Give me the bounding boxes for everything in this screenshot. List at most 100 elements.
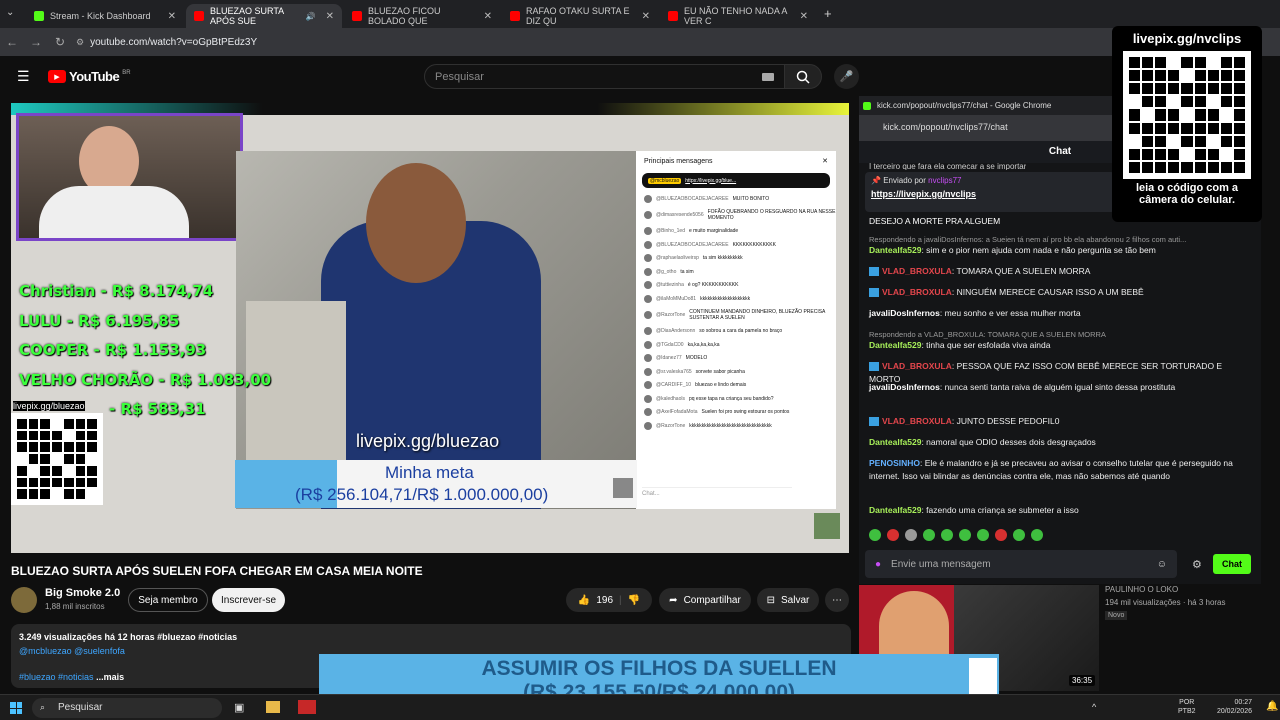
- qr-code-small: [11, 413, 103, 505]
- emote-icon[interactable]: [923, 529, 935, 541]
- taskbar-search[interactable]: Pesquisar: [32, 698, 222, 718]
- youtube-logo[interactable]: ▶ YouTube BR: [48, 69, 131, 84]
- speaker-icon[interactable]: 🔊: [306, 12, 316, 21]
- tab-video-2[interactable]: BLUEZAO FICOU BOLADO QUE ✕: [344, 4, 500, 28]
- tab-kick-dashboard[interactable]: Stream - Kick Dashboard ✕: [26, 4, 184, 28]
- clock[interactable]: 00:27 20/02/2026: [1200, 698, 1252, 716]
- comment-user: @sr.valeska765: [656, 368, 692, 375]
- avatar: [644, 194, 652, 203]
- menu-icon[interactable]: ☰: [17, 68, 30, 85]
- comment-row: @BLUEZAOBOCADEJACAREE MUITO BONITO: [636, 192, 836, 206]
- comment-text: ta sim kkkkkkkkkk: [702, 255, 743, 262]
- channel-name[interactable]: Big Smoke 2.0: [45, 587, 120, 599]
- clock-date: 20/02/2026: [1216, 708, 1252, 715]
- emote-icon[interactable]: [869, 529, 881, 541]
- language-indicator[interactable]: POR PTB2: [1178, 698, 1196, 716]
- chat-username[interactable]: PENOSINHO: [869, 458, 920, 468]
- video-player[interactable]: Principais mensagens ✕ @mcbluezao https:…: [11, 103, 849, 553]
- chat-input-placeholder: Envie uma mensagem: [891, 558, 991, 570]
- desc-more[interactable]: ...mais: [96, 672, 124, 682]
- close-icon[interactable]: ✕: [168, 11, 176, 22]
- settings-icon[interactable]: ⚙: [1192, 558, 1202, 571]
- avatar: [644, 311, 652, 319]
- close-icon[interactable]: ✕: [800, 11, 808, 22]
- back-icon[interactable]: ←: [0, 35, 24, 49]
- share-button[interactable]: ➦ Compartilhar: [659, 588, 751, 612]
- app-icon[interactable]: [298, 700, 316, 714]
- reload-icon[interactable]: ↻: [48, 35, 72, 49]
- emote-icon[interactable]: [1013, 529, 1025, 541]
- chat-username[interactable]: Dantealfa529: [869, 340, 921, 350]
- new-tab-icon[interactable]: +: [824, 6, 832, 21]
- file-explorer-icon[interactable]: [266, 701, 280, 713]
- sidebar-channel[interactable]: PAULINHO O LOKO: [1105, 585, 1178, 594]
- chat-username[interactable]: VLAD_BROXULA: [882, 266, 952, 276]
- tab-video-active[interactable]: BLUEZAO SURTA APÓS SUE 🔊 ✕: [186, 4, 342, 28]
- emoji-icon[interactable]: ☺: [1157, 559, 1167, 570]
- comment-user: @raphaelaoliveirsp: [656, 255, 699, 262]
- url-field[interactable]: youtube.com/watch?v=oGpBtPEdz3Y: [90, 37, 257, 48]
- close-icon[interactable]: ✕: [484, 11, 492, 22]
- search-button[interactable]: [784, 64, 822, 89]
- chat-username[interactable]: VLAD_BROXULA: [882, 287, 952, 297]
- comment-text: ka,ka,ka,ka,ka: [687, 341, 720, 348]
- tab-search-icon[interactable]: ⌄: [6, 7, 14, 18]
- voice-search-button[interactable]: 🎤: [834, 64, 859, 89]
- subscribe-button[interactable]: Inscrever-se: [212, 588, 285, 612]
- close-icon[interactable]: ✕: [326, 11, 334, 22]
- avatar: [644, 354, 652, 363]
- search-input[interactable]: Pesquisar: [424, 64, 786, 89]
- emote-icon[interactable]: [977, 529, 989, 541]
- chat-partial-message: I terceiro que fara ela comecar a se imp…: [869, 162, 1027, 170]
- chat-message: Dantealfa529: namoral que ODIO desses do…: [869, 436, 1239, 449]
- join-button[interactable]: Seja membro: [128, 588, 208, 612]
- comment-user: @ilaMoMMuDo81: [656, 295, 697, 302]
- emote-picker-icon[interactable]: ●: [875, 559, 881, 570]
- tab-video-4[interactable]: EU NÃO TENHO NADA A VER C ✕: [660, 4, 816, 28]
- chat-message: PENOSINHO: Ele é malandro e já se precav…: [869, 457, 1239, 483]
- tray-chevron-icon[interactable]: ^: [1092, 702, 1096, 712]
- emote-icon[interactable]: [959, 529, 971, 541]
- site-info-icon[interactable]: ⚙: [76, 37, 84, 48]
- notification-icon[interactable]: 🔔: [1266, 701, 1278, 712]
- keyboard-icon[interactable]: [762, 73, 774, 81]
- send-chat-button[interactable]: Chat: [1213, 554, 1251, 574]
- subscribe-label: Inscrever-se: [220, 594, 276, 606]
- tab-video-3[interactable]: RAFAO OTAKU SURTA E DIZ QU ✕: [502, 4, 658, 28]
- tab-label: EU NÃO TENHO NADA A VER C: [684, 6, 787, 26]
- chat-username[interactable]: Dantealfa529: [869, 245, 921, 255]
- taskbar-search-label: Pesquisar: [58, 702, 103, 713]
- chat-message: Dantealfa529: fazendo uma criança se sub…: [869, 504, 1239, 517]
- pinned-message: 📌 Enviado por nvclips77 https://livepix.…: [865, 172, 1115, 212]
- chat-username[interactable]: Dantealfa529: [869, 437, 921, 447]
- emote-icon[interactable]: [1031, 529, 1043, 541]
- channel-avatar[interactable]: [11, 587, 37, 613]
- comment-input: Chat...: [642, 487, 792, 501]
- like-count[interactable]: 196: [596, 595, 613, 606]
- dislike-icon[interactable]: 👎: [628, 595, 640, 606]
- avatar: [644, 381, 652, 390]
- avatar: [644, 394, 652, 403]
- emote-icon[interactable]: [995, 529, 1007, 541]
- like-icon[interactable]: 👍: [578, 595, 590, 606]
- chat-username[interactable]: VLAD_BROXULA: [882, 361, 952, 371]
- task-view-icon[interactable]: ▣: [234, 701, 244, 714]
- chat-username[interactable]: javaliDosInfernos: [869, 382, 940, 392]
- pinned-link[interactable]: https://livepix.gg/nvclips: [871, 189, 1109, 199]
- emote-icon[interactable]: [887, 529, 899, 541]
- desc-tags[interactable]: #bluezao #noticias: [19, 672, 94, 682]
- chat-username[interactable]: javaliDosInfernos: [869, 308, 940, 318]
- start-icon[interactable]: [10, 702, 22, 714]
- emote-icon[interactable]: [941, 529, 953, 541]
- save-button[interactable]: ⊟ Salvar: [757, 588, 819, 612]
- forward-icon[interactable]: →: [24, 35, 48, 49]
- chat-username[interactable]: Dantealfa529: [869, 505, 921, 515]
- chat-username[interactable]: VLAD_BROXULA: [882, 416, 952, 426]
- new-badge: Novo: [1105, 611, 1128, 620]
- more-actions-button[interactable]: ⋯: [825, 588, 849, 612]
- avatar: [644, 340, 652, 349]
- emote-icon[interactable]: [905, 529, 917, 541]
- close-icon[interactable]: ✕: [642, 11, 650, 22]
- chat-input[interactable]: ● Envie uma mensagem ☺: [865, 550, 1177, 578]
- region-label: BR: [122, 69, 131, 76]
